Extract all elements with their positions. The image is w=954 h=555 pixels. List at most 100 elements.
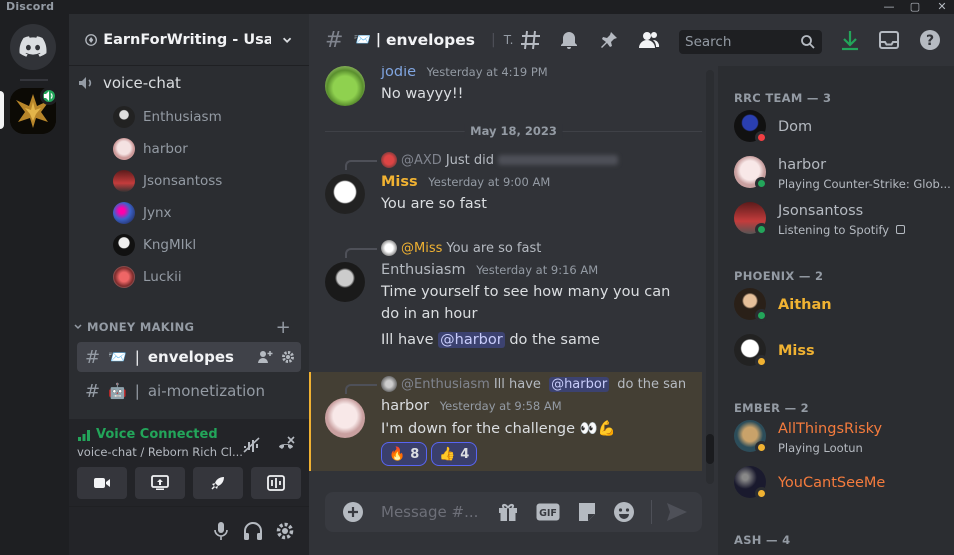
sticker-button[interactable] xyxy=(575,500,599,524)
reply-preview[interactable]: @AXD Just did xyxy=(381,152,619,168)
channel-separator: | xyxy=(134,382,140,400)
avatar xyxy=(381,376,397,392)
discord-home-button[interactable] xyxy=(10,24,56,70)
gift-button[interactable] xyxy=(496,500,520,524)
camera-button[interactable] xyxy=(77,467,127,499)
maximize-button[interactable]: ▢ xyxy=(905,0,925,14)
composer-divider xyxy=(651,500,652,524)
status-online-icon xyxy=(755,223,768,236)
download-icon xyxy=(842,31,858,51)
message-input[interactable]: Message #... xyxy=(381,503,478,521)
message-author[interactable]: harbor xyxy=(381,398,429,414)
member-group-label: PHOENIX — 2 xyxy=(734,269,824,283)
avatar xyxy=(113,234,135,256)
help-button[interactable]: ? xyxy=(918,28,942,52)
gear-icon[interactable] xyxy=(281,350,295,364)
channel-emoji: 📨 xyxy=(353,32,371,48)
channel-topic[interactable]: T. xyxy=(504,33,514,47)
message-author[interactable]: Enthusiasm xyxy=(381,262,466,278)
member-activity: Playing Lootun xyxy=(778,441,863,455)
inbox-icon xyxy=(879,31,899,49)
avatar[interactable] xyxy=(325,174,365,214)
discord-logo-icon xyxy=(19,36,47,57)
reaction-thumbs-up[interactable]: 👍 4 xyxy=(431,442,478,466)
channel-ai-monetization[interactable]: # 🤖 | ai-monetization xyxy=(77,376,301,406)
channel-envelopes[interactable]: # 📨 | envelopes xyxy=(77,342,301,372)
send-button[interactable] xyxy=(665,500,689,524)
avatar[interactable] xyxy=(325,398,365,438)
message-text: Ill have @harbor do the same xyxy=(381,332,600,348)
date-divider-label: May 18, 2023 xyxy=(464,124,563,138)
reply-preview[interactable]: @Enthusiasm Ill have @harbor do the san xyxy=(381,376,686,392)
voice-status[interactable]: Voice Connected xyxy=(77,427,218,442)
user-panel xyxy=(69,507,309,555)
emoji-button[interactable] xyxy=(612,500,636,524)
screen-share-button[interactable] xyxy=(135,467,185,499)
member-name: Aithan xyxy=(778,297,832,313)
scrollbar-thumb[interactable] xyxy=(706,434,714,464)
channel-sidebar: EarnForWriting - Usa/... voice-chat Enth… xyxy=(69,14,309,555)
gear-icon[interactable] xyxy=(275,521,295,541)
voice-user[interactable]: Luckii xyxy=(113,264,182,290)
sticker-icon xyxy=(579,503,595,521)
reply-preview[interactable]: @Miss You are so fast xyxy=(381,240,541,256)
avatar[interactable] xyxy=(325,66,365,106)
reaction-count: 4 xyxy=(460,446,470,462)
disconnect-icon[interactable] xyxy=(276,435,296,455)
threads-button[interactable] xyxy=(519,28,543,52)
member-list-button[interactable] xyxy=(637,28,661,52)
hash-icon: # xyxy=(85,380,101,402)
create-channel-icon[interactable]: + xyxy=(276,317,291,338)
status-dnd-icon xyxy=(755,131,768,144)
chat-area: # 📨 | envelopes | T. Search ? jodie Yest… xyxy=(309,14,954,555)
minimize-button[interactable]: — xyxy=(879,0,899,14)
upload-button[interactable] xyxy=(341,500,365,524)
member-item[interactable]: Miss xyxy=(734,330,950,372)
voice-channel-voice-chat[interactable]: voice-chat xyxy=(77,68,301,98)
pinned-messages-button[interactable] xyxy=(597,28,621,52)
search-input[interactable]: Search xyxy=(679,30,822,54)
app-name: Discord xyxy=(6,0,55,13)
reaction-emoji: 👍 xyxy=(439,446,456,462)
message-author[interactable]: Miss xyxy=(381,174,418,190)
notifications-button[interactable] xyxy=(557,28,581,52)
voice-user[interactable]: KngMIkl xyxy=(113,232,196,258)
gif-button[interactable]: GIF xyxy=(536,500,560,524)
reply-author: @Miss xyxy=(401,240,443,256)
member-item[interactable]: AllThingsRisky Playing Lootun xyxy=(734,416,950,458)
help-icon: ? xyxy=(920,30,940,50)
user-mention[interactable]: @harbor xyxy=(438,332,505,348)
message-author[interactable]: jodie xyxy=(381,64,416,80)
reaction-fire[interactable]: 🔥 8 xyxy=(381,442,428,466)
add-member-icon[interactable] xyxy=(257,349,273,365)
scrollbar-track[interactable] xyxy=(706,70,714,484)
close-button[interactable]: ✕ xyxy=(932,0,952,14)
voice-location[interactable]: voice-chat / Reborn Rich Cl... xyxy=(77,445,243,459)
download-button[interactable] xyxy=(838,28,862,52)
voice-user[interactable]: Jsonsantoss xyxy=(113,168,222,194)
chevron-down-icon xyxy=(282,37,291,43)
headphones-icon[interactable] xyxy=(243,521,263,541)
user-mention[interactable]: @harbor xyxy=(549,376,610,392)
voice-user[interactable]: harbor xyxy=(113,136,188,162)
members-icon xyxy=(639,32,660,48)
soundboard-button[interactable] xyxy=(251,467,301,499)
member-item[interactable]: Aithan xyxy=(734,284,950,326)
avatar xyxy=(381,240,397,256)
member-item[interactable]: harbor Playing Counter-Strike: Glob... xyxy=(734,152,951,194)
avatar[interactable] xyxy=(325,262,365,302)
category-money-making[interactable]: MONEY MAKING + xyxy=(73,317,301,338)
inbox-button[interactable] xyxy=(877,28,901,52)
window-titlebar: Discord — ▢ ✕ xyxy=(0,0,954,14)
noise-suppression-icon[interactable] xyxy=(242,435,262,455)
member-item[interactable]: Dom xyxy=(734,106,950,148)
activities-button[interactable] xyxy=(193,467,243,499)
voice-user[interactable]: Jynx xyxy=(113,200,172,226)
message-timestamp: Yesterday at 9:16 AM xyxy=(476,263,599,277)
voice-user[interactable]: Enthusiasm xyxy=(113,104,222,130)
member-item[interactable]: YouCantSeeMe xyxy=(734,462,950,504)
server-header[interactable]: EarnForWriting - Usa/... xyxy=(69,14,309,66)
rich-presence-icon xyxy=(895,225,905,234)
member-item[interactable]: Jsonsantoss Listening to Spotify xyxy=(734,198,950,240)
microphone-icon[interactable] xyxy=(212,521,230,541)
